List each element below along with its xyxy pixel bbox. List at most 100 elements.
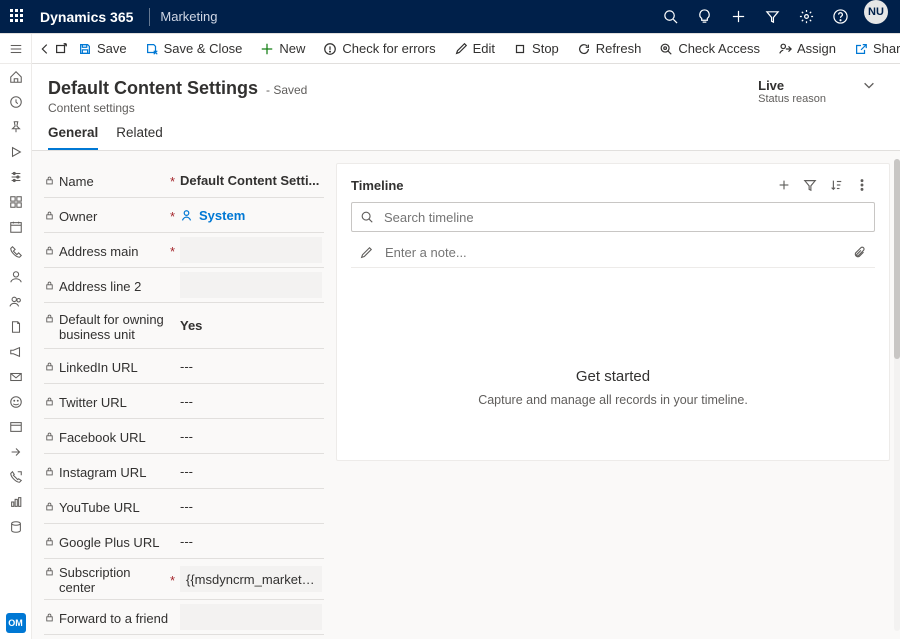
timeline-empty-subtitle: Capture and manage all records in your t…	[478, 393, 748, 407]
field-value[interactable]	[180, 272, 324, 298]
check-access-button[interactable]: Check Access	[651, 35, 768, 63]
user-avatar[interactable]: NU	[864, 0, 888, 24]
field-label: Address main	[59, 244, 138, 259]
lock-icon	[44, 611, 55, 626]
status-value: Live	[758, 78, 826, 93]
attachment-icon[interactable]	[853, 246, 867, 260]
field-value: ---	[180, 494, 324, 518]
new-button[interactable]: New	[252, 35, 313, 63]
page-icon[interactable]	[0, 314, 32, 339]
app-area[interactable]: Marketing	[160, 9, 217, 24]
field-value: ---	[180, 424, 324, 448]
required-indicator	[170, 400, 180, 402]
recent-icon[interactable]	[0, 89, 32, 114]
timeline-sort-icon[interactable]	[823, 172, 849, 198]
assign-button[interactable]: Assign	[770, 35, 844, 63]
mail-icon[interactable]	[0, 364, 32, 389]
field-input[interactable]	[180, 566, 322, 592]
record-header: Default Content Settings - Saved Content…	[32, 64, 900, 115]
field-value[interactable]	[180, 604, 324, 630]
back-button[interactable]	[38, 35, 52, 63]
field-label: Subscription center	[59, 565, 170, 595]
search-icon[interactable]	[654, 0, 686, 33]
share-button[interactable]: Share	[846, 35, 900, 63]
database-icon[interactable]	[0, 514, 32, 539]
field-value: ---	[180, 389, 324, 413]
record-title: Default Content Settings	[48, 78, 258, 99]
timeline-filter-icon[interactable]	[797, 172, 823, 198]
phone-icon[interactable]	[0, 239, 32, 264]
scrollbar-thumb[interactable]	[894, 159, 900, 359]
field-row: Instagram URL---	[44, 454, 324, 489]
filter-icon[interactable]	[756, 0, 788, 33]
field-label: Owner	[59, 209, 97, 224]
tab-general[interactable]: General	[48, 125, 98, 150]
field-row: Twitter URL---	[44, 384, 324, 419]
timeline-note-input[interactable]	[383, 244, 843, 261]
field-value[interactable]: System	[180, 203, 324, 227]
timeline-note-entry[interactable]	[351, 238, 875, 268]
required-indicator	[170, 325, 180, 327]
lock-icon	[44, 174, 55, 189]
sitemap-collapse-icon[interactable]	[0, 36, 31, 61]
open-new-window-button[interactable]	[54, 35, 68, 63]
field-label: YouTube URL	[59, 500, 140, 515]
refresh-label: Refresh	[596, 41, 642, 56]
field-label: Forward to a friend	[59, 611, 168, 626]
check-errors-button[interactable]: Check for errors	[315, 35, 443, 63]
save-button[interactable]: Save	[70, 35, 135, 63]
timeline-search-input[interactable]	[382, 209, 866, 226]
contact-icon[interactable]	[0, 264, 32, 289]
lightbulb-icon[interactable]	[688, 0, 720, 33]
refresh-button[interactable]: Refresh	[569, 35, 650, 63]
save-close-button[interactable]: Save & Close	[137, 35, 251, 63]
field-row: Default for owning business unitYes	[44, 303, 324, 349]
person-icon	[180, 209, 193, 222]
play-icon[interactable]	[0, 139, 32, 164]
lookup-link[interactable]: System	[180, 208, 245, 223]
forward-icon[interactable]	[0, 439, 32, 464]
field-row: Address main *	[44, 233, 324, 268]
status-label: Status reason	[758, 93, 826, 105]
settings-rail-icon[interactable]	[0, 164, 32, 189]
field-value[interactable]	[180, 237, 324, 263]
add-icon[interactable]	[722, 0, 754, 33]
timeline-add-icon[interactable]	[771, 172, 797, 198]
field-input[interactable]	[180, 237, 322, 263]
search-icon	[360, 210, 374, 224]
timeline-section: Timeline Get started Captur	[336, 163, 890, 461]
app-launcher-icon[interactable]	[10, 9, 26, 25]
field-input[interactable]	[180, 604, 322, 630]
window-icon[interactable]	[0, 414, 32, 439]
field-value[interactable]	[180, 566, 324, 592]
edit-button[interactable]: Edit	[446, 35, 503, 63]
field-label: Facebook URL	[59, 430, 146, 445]
field-input[interactable]	[180, 272, 322, 298]
phone-forward-icon[interactable]	[0, 464, 32, 489]
stop-button[interactable]: Stop	[505, 35, 567, 63]
emoji-icon[interactable]	[0, 389, 32, 414]
templates-icon[interactable]	[0, 189, 32, 214]
timeline-search[interactable]	[351, 202, 875, 232]
chart-icon[interactable]	[0, 489, 32, 514]
required-indicator: *	[170, 207, 180, 224]
contacts-icon[interactable]	[0, 289, 32, 314]
pinned-icon[interactable]	[0, 114, 32, 139]
settings-icon[interactable]	[790, 0, 822, 33]
timeline-more-icon[interactable]	[849, 172, 875, 198]
area-switcher-badge[interactable]: OM	[6, 613, 26, 633]
form-tabs: General Related	[32, 115, 900, 151]
timeline-empty-state: Get started Capture and manage all recor…	[351, 268, 875, 407]
required-indicator	[170, 435, 180, 437]
megaphone-icon[interactable]	[0, 339, 32, 364]
calendar-icon[interactable]	[0, 214, 32, 239]
expand-header-button[interactable]	[854, 78, 884, 92]
check-errors-label: Check for errors	[342, 41, 435, 56]
required-indicator: *	[170, 242, 180, 259]
field-row: Address line 2	[44, 268, 324, 303]
tab-related[interactable]: Related	[116, 125, 163, 150]
field-row: Owner *System	[44, 198, 324, 233]
brand-title[interactable]: Dynamics 365	[34, 9, 139, 25]
help-icon[interactable]	[824, 0, 856, 33]
home-icon[interactable]	[0, 64, 32, 89]
